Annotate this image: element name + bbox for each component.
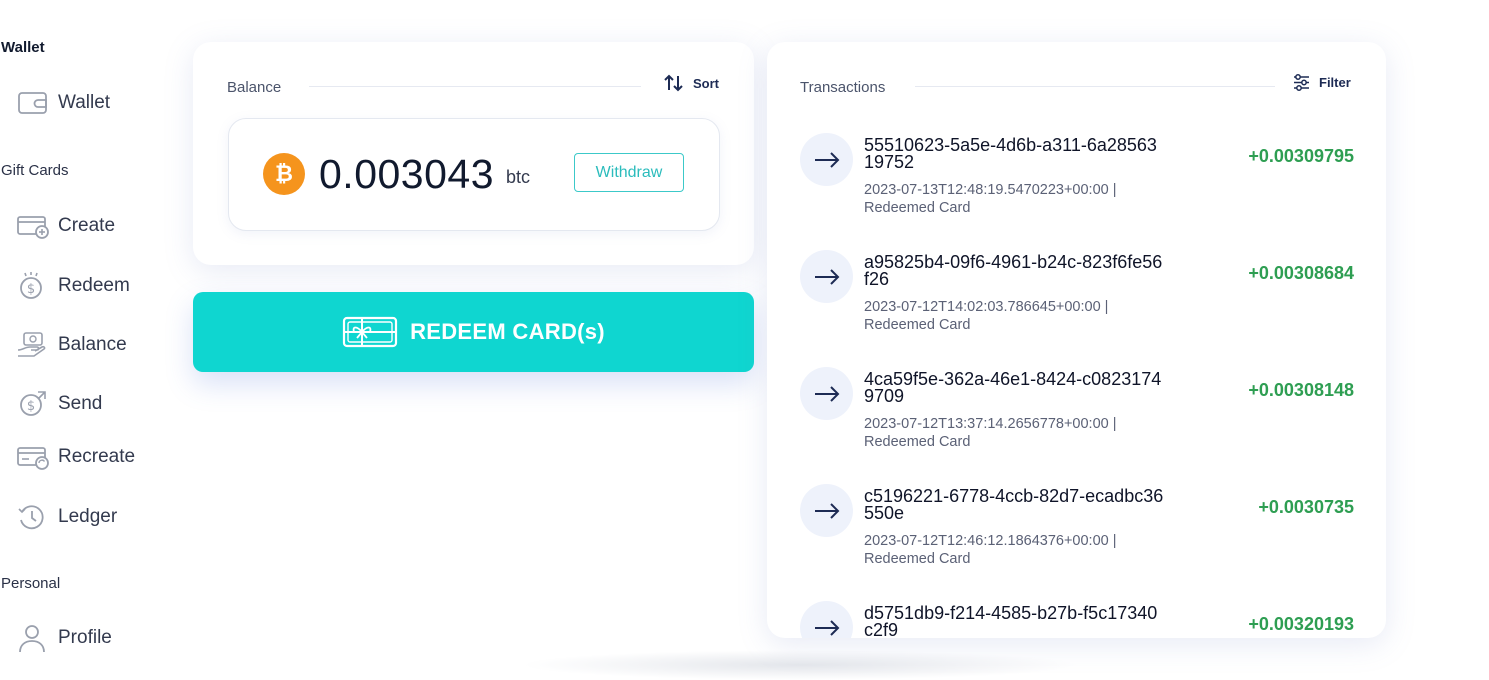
transaction-amount: +0.00309795 — [1248, 146, 1354, 166]
transaction-id: 55510623-5a5e-4d6b-a311-6a2856319752 — [864, 135, 1157, 172]
transaction-amount: +0.00320193 — [1248, 614, 1354, 634]
sidebar-item-label: Ledger — [58, 506, 118, 527]
sidebar-item-label: Create — [58, 215, 116, 236]
sidebar: Wallet Wallet Gift Cards Create $ Redeem — [0, 0, 180, 675]
sidebar-item-redeem[interactable]: $ Redeem — [16, 269, 130, 303]
clock-history-icon — [18, 505, 44, 530]
transaction-row[interactable]: d5751db9-f214-4585-b27b-f5c17340c2f9 +0.… — [800, 601, 1360, 638]
transaction-timestamp: 2023-07-12T14:02:03.786645+00:00 | — [864, 299, 1109, 315]
balance-title: Balance — [227, 79, 282, 96]
svg-text:$: $ — [27, 282, 35, 297]
sidebar-item-ledger[interactable]: Ledger — [16, 500, 117, 534]
transaction-timestamp: 2023-07-12T12:46:12.1864376+00:00 | — [864, 533, 1117, 549]
transaction-row[interactable]: 55510623-5a5e-4d6b-a311-6a2856319752 202… — [800, 133, 1360, 233]
sidebar-item-label: Recreate — [58, 446, 136, 467]
transaction-amount: +0.00308684 — [1248, 263, 1354, 283]
transaction-type: Redeemed Card — [864, 317, 971, 333]
transaction-meta: 2023-07-12T13:37:14.2656778+00:00 | Rede… — [864, 415, 1164, 451]
sidebar-item-label: Profile — [58, 627, 112, 648]
transaction-amount: +0.00308148 — [1248, 380, 1354, 400]
sidebar-item-balance[interactable]: Balance — [16, 328, 127, 362]
header-divider — [309, 86, 641, 87]
transaction-amount: +0.0030735 — [1258, 497, 1354, 517]
transaction-row[interactable]: a95825b4-09f6-4961-b24c-823f6fe56f26 202… — [800, 250, 1360, 350]
filter-sliders-icon — [1294, 74, 1309, 91]
hand-money-icon — [17, 332, 46, 357]
sort-arrows-icon — [664, 74, 683, 92]
sidebar-item-wallet[interactable]: Wallet — [16, 86, 110, 120]
coin-dollar-icon: $ — [20, 272, 42, 299]
sidebar-item-label: Redeem — [58, 275, 130, 296]
transaction-row[interactable]: 4ca59f5e-362a-46e1-8424-c08231749709 202… — [800, 367, 1360, 467]
arrow-right-icon[interactable] — [800, 484, 853, 537]
card-plus-icon — [17, 216, 49, 239]
card-refresh-icon — [17, 447, 49, 470]
sidebar-item-profile[interactable]: Profile — [16, 621, 112, 655]
redeem-cards-button[interactable]: REDEEM CARD(s) — [193, 292, 754, 372]
sort-button[interactable]: Sort — [664, 74, 719, 92]
transaction-meta: 2023-07-12T14:02:03.786645+00:00 | Redee… — [864, 298, 1164, 334]
sidebar-item-create[interactable]: Create — [16, 209, 115, 243]
transaction-timestamp: 2023-07-12T13:37:14.2656778+00:00 | — [864, 416, 1117, 432]
arrow-right-icon[interactable] — [800, 601, 853, 638]
send-money-icon: $ — [20, 391, 46, 416]
section-title-personal: Personal — [1, 575, 61, 592]
balance-display: ₿ 0.003043 btc Withdraw — [228, 118, 720, 231]
arrow-right-icon[interactable] — [800, 367, 853, 420]
wallet-icon — [18, 92, 47, 114]
arrow-right-icon[interactable] — [800, 133, 853, 186]
balance-card: Balance Sort ₿ 0.003043 btc Withdraw — [193, 42, 754, 265]
transaction-id: a95825b4-09f6-4961-b24c-823f6fe56f26 — [864, 252, 1163, 289]
redeem-cards-label: REDEEM CARD(s) — [410, 319, 605, 344]
filter-label: Filter — [1319, 75, 1351, 90]
sidebar-item-send[interactable]: $ Send — [16, 387, 102, 421]
sidebar-item-label: Wallet — [58, 92, 111, 113]
sort-label: Sort — [693, 75, 719, 91]
sidebar-item-label: Balance — [58, 334, 127, 355]
transaction-id: d5751db9-f214-4585-b27b-f5c17340c2f9 — [864, 603, 1158, 638]
transactions-card: Transactions Filter 55510623-5a5e-4d6b-a… — [767, 42, 1386, 638]
transaction-row[interactable]: c5196221-6778-4ccb-82d7-ecadbc36550e 202… — [800, 484, 1360, 584]
section-title-gift-cards: Gift Cards — [1, 162, 69, 179]
balance-unit: btc — [506, 167, 531, 187]
transaction-type: Redeemed Card — [864, 434, 971, 450]
user-icon — [19, 625, 45, 653]
filter-button[interactable]: Filter — [1293, 74, 1351, 91]
transaction-type: Redeemed Card — [864, 200, 971, 216]
balance-amount: 0.003043 — [319, 151, 495, 197]
sidebar-item-recreate[interactable]: Recreate — [16, 440, 135, 474]
transaction-id: 4ca59f5e-362a-46e1-8424-c08231749709 — [864, 369, 1162, 406]
transaction-meta: 2023-07-12T12:46:12.1864376+00:00 | Rede… — [864, 532, 1164, 568]
section-title-wallet: Wallet — [1, 39, 45, 56]
gift-card-icon — [342, 316, 398, 348]
bottom-shadow — [520, 650, 1080, 680]
transactions-title: Transactions — [800, 79, 886, 96]
withdraw-button[interactable]: Withdraw — [574, 153, 684, 192]
header-divider — [915, 86, 1275, 87]
transaction-id: c5196221-6778-4ccb-82d7-ecadbc36550e — [864, 486, 1164, 523]
bitcoin-icon: ₿ — [263, 153, 305, 195]
sidebar-item-label: Send — [58, 393, 103, 414]
svg-text:$: $ — [27, 399, 35, 414]
transaction-timestamp: 2023-07-13T12:48:19.5470223+00:00 | — [864, 182, 1117, 198]
transaction-meta: 2023-07-13T12:48:19.5470223+00:00 | Rede… — [864, 181, 1164, 217]
transaction-type: Redeemed Card — [864, 551, 971, 567]
arrow-right-icon[interactable] — [800, 250, 853, 303]
